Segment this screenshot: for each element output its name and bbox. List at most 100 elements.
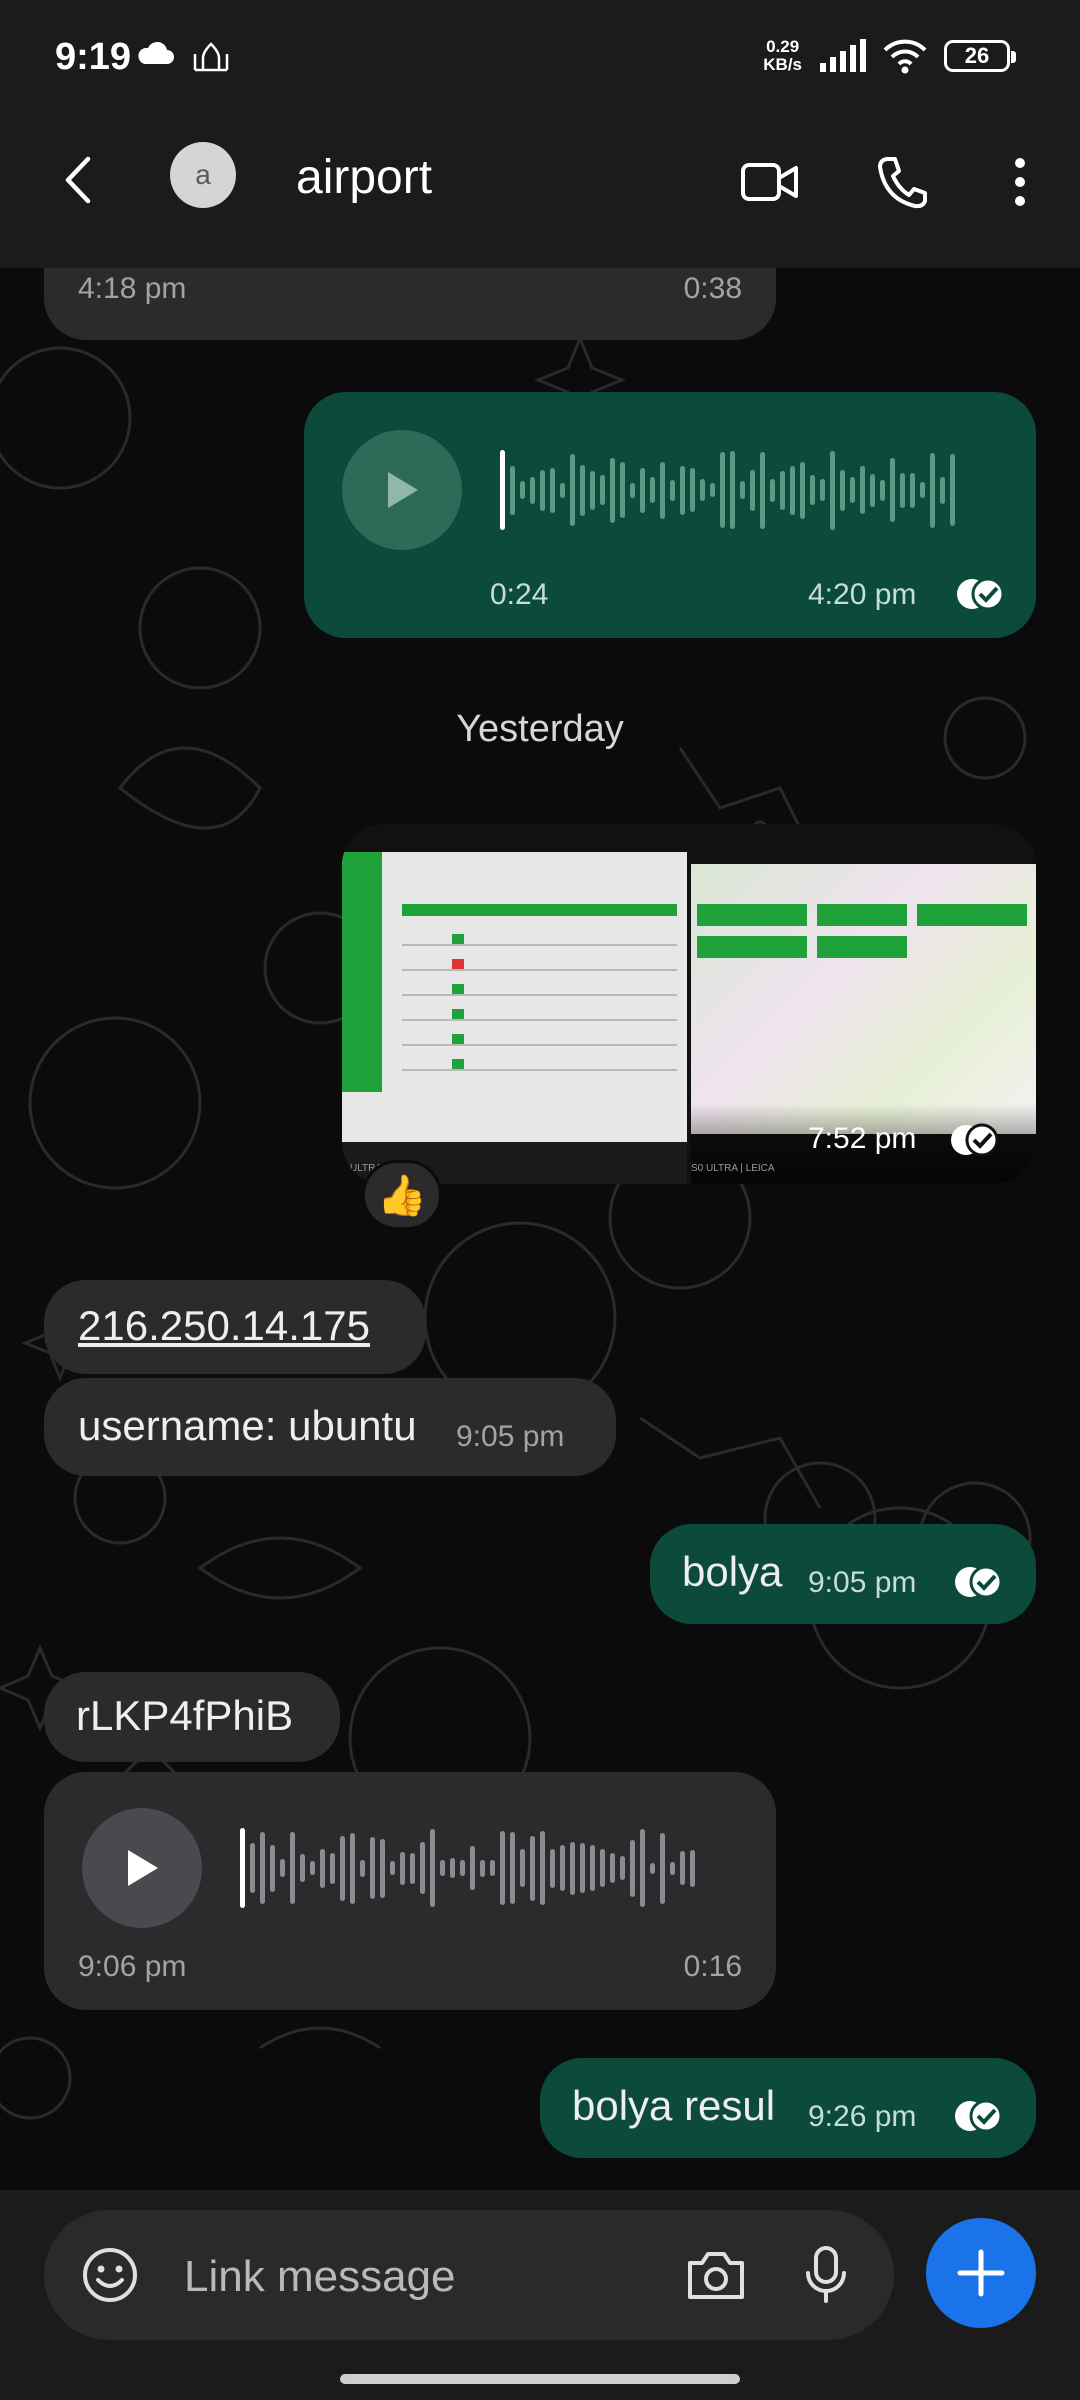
outgoing-text-message[interactable]: bolya 9:05 pm	[650, 1524, 1036, 1624]
waveform-bar	[670, 479, 675, 501]
emoji-button[interactable]	[78, 2243, 142, 2307]
waveform-bar	[630, 1839, 635, 1897]
voice-duration: 0:38	[683, 272, 742, 305]
play-icon	[388, 472, 418, 508]
video-call-button[interactable]	[738, 150, 802, 214]
status-left-icons	[135, 40, 231, 72]
waveform-bar	[260, 1832, 265, 1904]
waveform-bar	[910, 472, 915, 508]
signal-icon	[820, 39, 866, 72]
waveform-bar	[940, 476, 945, 504]
incoming-text-message[interactable]: 216.250.14.175	[44, 1280, 426, 1374]
composer-bar: Link message	[0, 2190, 1080, 2400]
waveform-bar	[810, 475, 815, 505]
read-receipt-icon	[955, 2099, 1003, 2133]
home-indicator[interactable]	[340, 2374, 740, 2384]
waveform-bar	[560, 482, 565, 498]
voice-waveform	[240, 1818, 695, 1918]
waveform-bar	[720, 452, 725, 528]
incoming-voice-message[interactable]: 4:18 pm 0:38	[44, 268, 776, 340]
message-input[interactable]: Link message	[44, 2210, 894, 2340]
phone-call-icon	[878, 157, 927, 209]
incoming-voice-message[interactable]: 9:06 pm 0:16	[44, 1772, 776, 2010]
waveform-bar	[730, 451, 735, 529]
waveform-bar	[400, 1851, 405, 1885]
waveform-bar	[560, 1845, 565, 1891]
camera-button[interactable]	[684, 2243, 748, 2307]
waveform-bar	[420, 1842, 425, 1894]
incoming-text-message[interactable]: username: ubuntu 9:05 pm	[44, 1378, 616, 1476]
waveform-bar	[740, 481, 745, 499]
waveform-bar	[450, 1858, 455, 1878]
message-time: 9:05 pm	[456, 1420, 565, 1453]
waveform-bar	[510, 1832, 515, 1904]
waveform-bar	[850, 477, 855, 503]
more-options-button[interactable]	[988, 150, 1052, 214]
message-time: 9:06 pm	[78, 1950, 187, 1983]
waveform-bar	[880, 479, 885, 501]
contact-name[interactable]: airport	[296, 150, 432, 205]
message-time: 7:52 pm	[808, 1122, 917, 1155]
message-text: bolya resul	[572, 2082, 776, 2129]
incoming-text-message[interactable]: rLKP4fPhiB	[44, 1672, 340, 1762]
reaction-badge[interactable]: 👍	[362, 1160, 442, 1230]
waveform-bar	[290, 1832, 295, 1904]
message-text: username: ubuntu	[78, 1402, 417, 1449]
waveform-bar	[540, 1831, 545, 1905]
outgoing-text-message[interactable]: bolya resul 9:26 pm	[540, 2058, 1036, 2158]
ip-address-link[interactable]: 216.250.14.175	[78, 1302, 370, 1350]
waveform-bar	[690, 1849, 695, 1887]
waveform-bar	[410, 1852, 415, 1884]
voice-duration: 0:24	[490, 578, 549, 611]
waveform-bar	[630, 482, 635, 498]
waveform-bar	[650, 477, 655, 503]
waveform-bar	[580, 464, 585, 516]
waveform-bar	[280, 1859, 285, 1877]
microphone-icon	[806, 2246, 846, 2303]
waveform-bar	[800, 461, 805, 519]
play-button[interactable]	[82, 1808, 202, 1928]
waveform-bar	[760, 451, 765, 529]
wifi-icon	[883, 39, 927, 74]
waveform-bar	[270, 1844, 275, 1892]
read-receipt-icon	[955, 1565, 1003, 1599]
waveform-bar	[650, 1862, 655, 1874]
chat-area[interactable]: 4:18 pm 0:38 0:24 4:20 pm Yesterday ULTR…	[0, 268, 1080, 2190]
back-button[interactable]	[48, 150, 108, 210]
attach-button[interactable]	[926, 2218, 1036, 2328]
photo-thumbnail[interactable]: ULTRA | LEICA	[342, 824, 687, 1184]
waveform-bar	[580, 1843, 585, 1893]
cloud-icon	[138, 41, 174, 64]
waveform-bar	[600, 475, 605, 505]
message-time: 4:18 pm	[78, 272, 187, 305]
read-receipt-icon	[951, 1123, 999, 1157]
waveform-bar	[950, 454, 955, 526]
status-bar: 9:19 0.29 KB/s 26	[0, 0, 1080, 120]
avatar[interactable]: a	[170, 142, 236, 208]
waveform-bar	[430, 1829, 435, 1907]
chat-header: a airport	[0, 120, 1080, 268]
waveform-bar	[780, 470, 785, 510]
waveform-bar	[460, 1860, 465, 1876]
waveform-bar	[490, 1860, 495, 1876]
waveform-bar	[920, 482, 925, 498]
back-arrow-icon	[65, 156, 91, 204]
voice-call-button[interactable]	[870, 150, 934, 214]
waveform-bar	[700, 479, 705, 501]
waveform-bar	[620, 1856, 625, 1880]
waveform-bar	[840, 469, 845, 511]
outgoing-voice-message[interactable]: 0:24 4:20 pm	[304, 392, 1036, 638]
waveform-bar	[480, 1859, 485, 1877]
play-icon	[128, 1850, 158, 1886]
play-button[interactable]	[342, 430, 462, 550]
waveform-bar	[550, 1848, 555, 1888]
waveform-bar	[330, 1852, 335, 1884]
waveform-bar	[530, 476, 535, 504]
message-time: 9:26 pm	[808, 2100, 917, 2133]
waveform-bar	[570, 1841, 575, 1895]
waveform-bar	[390, 1861, 395, 1875]
waveform-bar	[310, 1861, 315, 1875]
microphone-button[interactable]	[794, 2243, 858, 2307]
outgoing-photo-message[interactable]: ULTRA | LEICA S0 ULTRA | LEICA 7:52 pm	[342, 824, 1036, 1184]
message-time: 4:20 pm	[808, 578, 917, 611]
